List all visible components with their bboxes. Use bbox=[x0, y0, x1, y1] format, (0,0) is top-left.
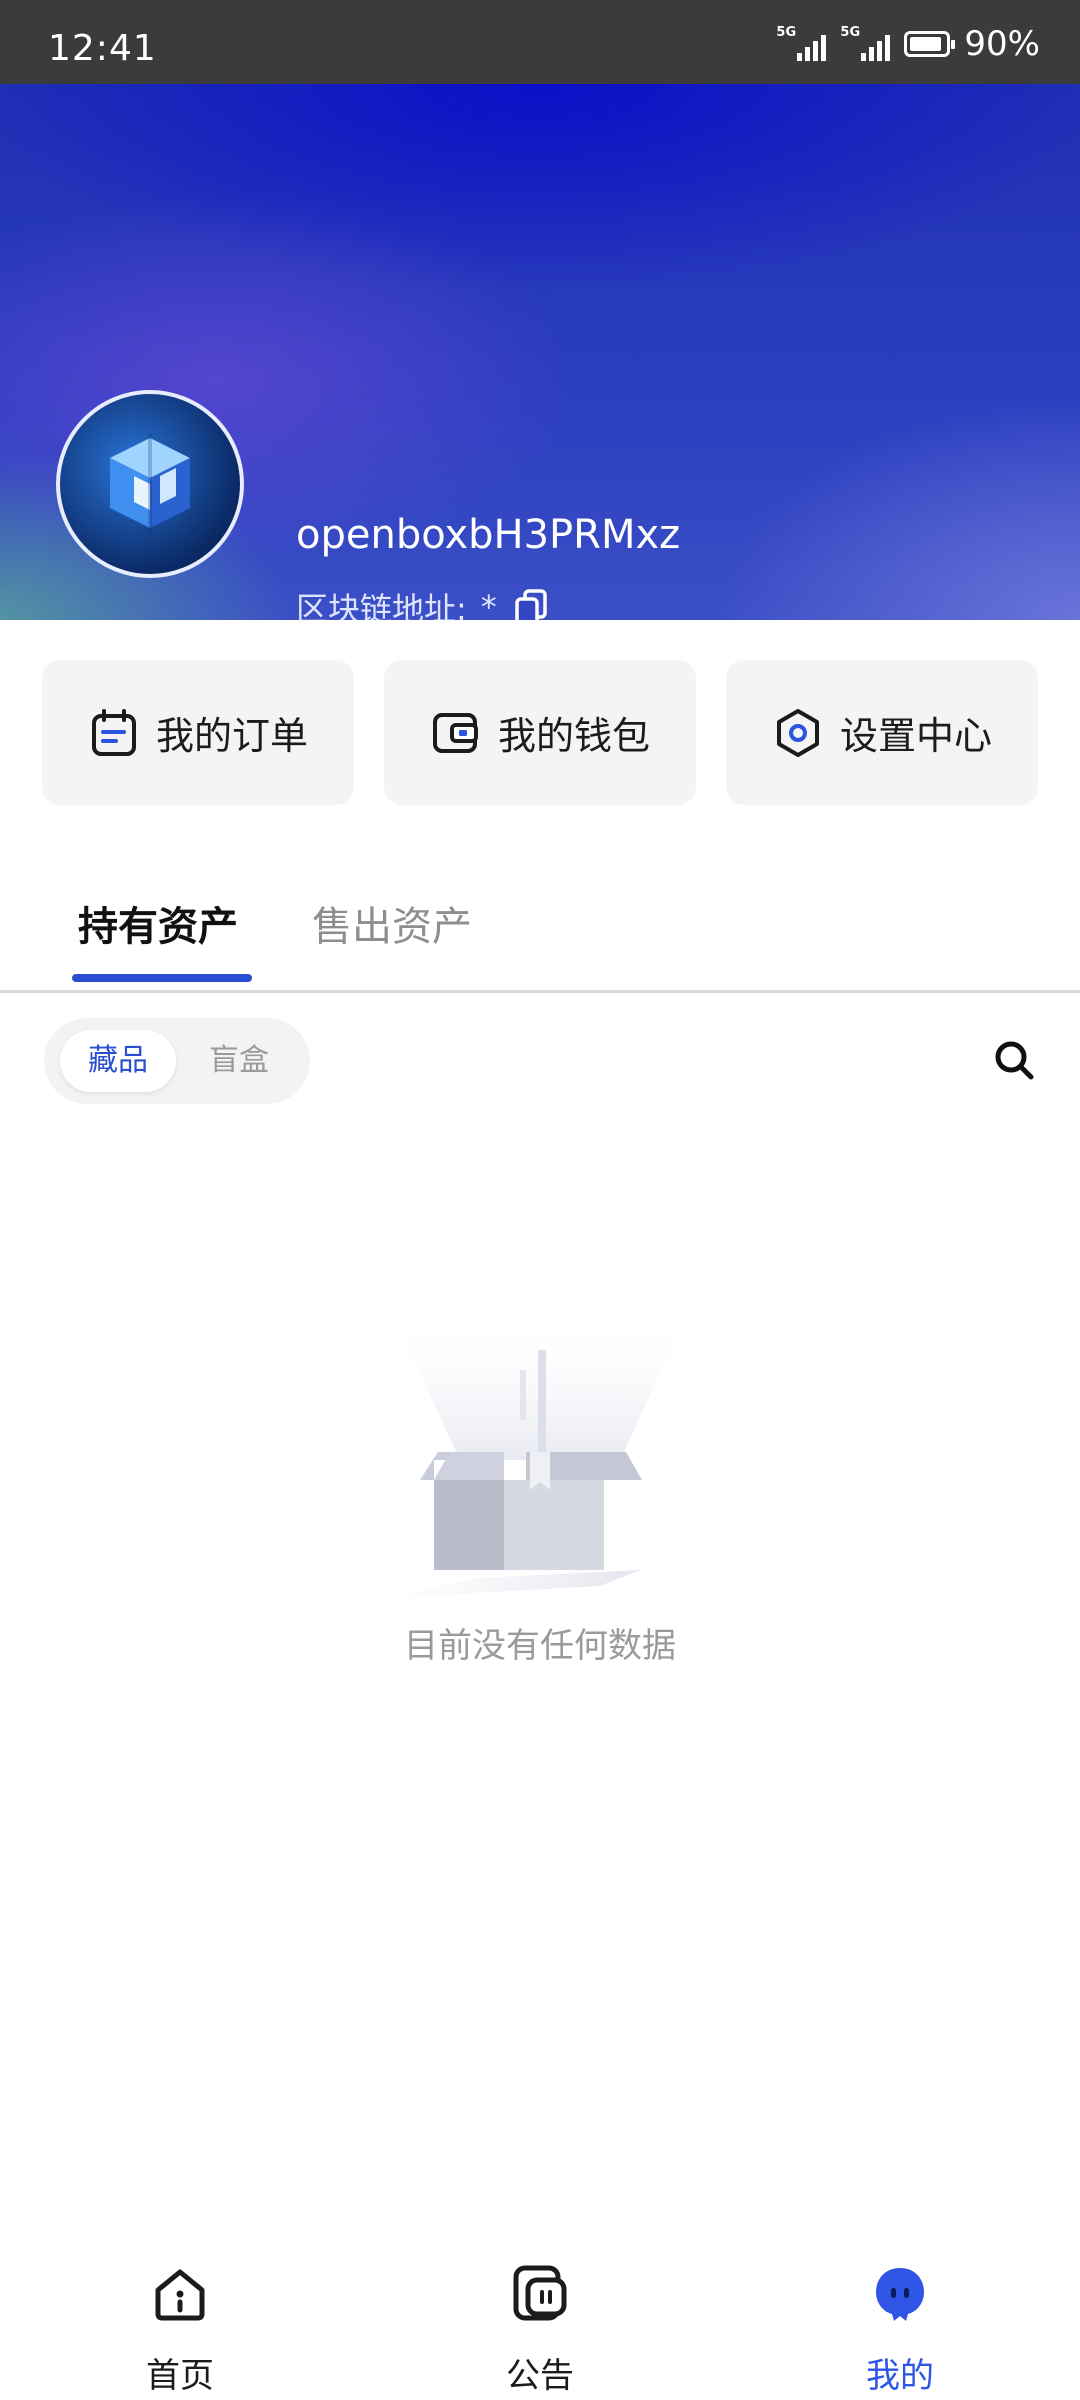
asset-type-filter: 藏品 盲盒 bbox=[44, 1018, 310, 1104]
my-wallet-label: 我的钱包 bbox=[497, 714, 650, 758]
signal-5g-icon-secondary: 5G bbox=[840, 25, 891, 63]
battery-icon bbox=[904, 31, 956, 57]
settings-center-label: 设置中心 bbox=[839, 714, 992, 758]
nav-home-label: 首页 bbox=[146, 2356, 214, 2396]
signal-tag-secondary: 5G bbox=[840, 25, 861, 40]
quick-actions: 我的订单 我的钱包 设置中心 bbox=[42, 660, 1038, 805]
status-bar: 12:41 5G 5G 90% bbox=[0, 0, 1080, 84]
empty-state-message: 目前没有任何数据 bbox=[404, 1626, 676, 1666]
copy-icon[interactable] bbox=[511, 587, 551, 620]
signal-5g-icon: 5G bbox=[776, 25, 827, 63]
status-indicators: 5G 5G 90% bbox=[776, 24, 1040, 64]
filter-collectibles[interactable]: 藏品 bbox=[60, 1030, 176, 1092]
my-orders-button[interactable]: 我的订单 bbox=[42, 660, 354, 805]
hexagon-settings-icon bbox=[772, 707, 824, 759]
username: openboxbH3PRMxz bbox=[296, 512, 681, 558]
tab-held-assets[interactable]: 持有资产 bbox=[78, 894, 238, 952]
chain-address-row: 区块链地址: * bbox=[296, 584, 551, 620]
signal-tag: 5G bbox=[776, 25, 797, 40]
profile-ghost-icon bbox=[870, 2264, 930, 2324]
tabs-divider bbox=[0, 990, 1080, 993]
bottom-navigation: 首页 公告 我的 bbox=[0, 2240, 1080, 2400]
nav-announcements-label: 公告 bbox=[506, 2356, 574, 2396]
chain-address-value: * bbox=[480, 588, 497, 620]
filter-blind-box[interactable]: 盲盒 bbox=[184, 1030, 294, 1092]
asset-tabs: 持有资产 售出资产 bbox=[0, 850, 1080, 990]
announcement-icon bbox=[510, 2264, 570, 2324]
my-orders-label: 我的订单 bbox=[155, 714, 308, 758]
avatar[interactable] bbox=[56, 390, 244, 578]
tab-active-indicator bbox=[72, 974, 252, 982]
nav-me-label: 我的 bbox=[866, 2356, 934, 2396]
nav-announcements[interactable]: 公告 bbox=[440, 2240, 640, 2400]
nav-home[interactable]: 首页 bbox=[80, 2240, 280, 2400]
cube-logo-icon bbox=[110, 434, 190, 534]
profile-header: openboxbH3PRMxz 区块链地址: * bbox=[0, 84, 1080, 620]
chain-address-label: 区块链地址: bbox=[296, 590, 467, 620]
my-wallet-button[interactable]: 我的钱包 bbox=[384, 660, 696, 805]
empty-box-illustration bbox=[380, 1330, 700, 1610]
nav-me[interactable]: 我的 bbox=[800, 2240, 1000, 2400]
status-time: 12:41 bbox=[48, 28, 157, 69]
calendar-list-icon bbox=[88, 707, 140, 759]
wallet-icon bbox=[430, 707, 482, 759]
home-icon bbox=[150, 2264, 210, 2324]
settings-center-button[interactable]: 设置中心 bbox=[726, 660, 1038, 805]
tab-sold-assets[interactable]: 售出资产 bbox=[312, 894, 472, 952]
search-icon[interactable] bbox=[992, 1038, 1036, 1082]
battery-percent: 90% bbox=[964, 24, 1040, 64]
